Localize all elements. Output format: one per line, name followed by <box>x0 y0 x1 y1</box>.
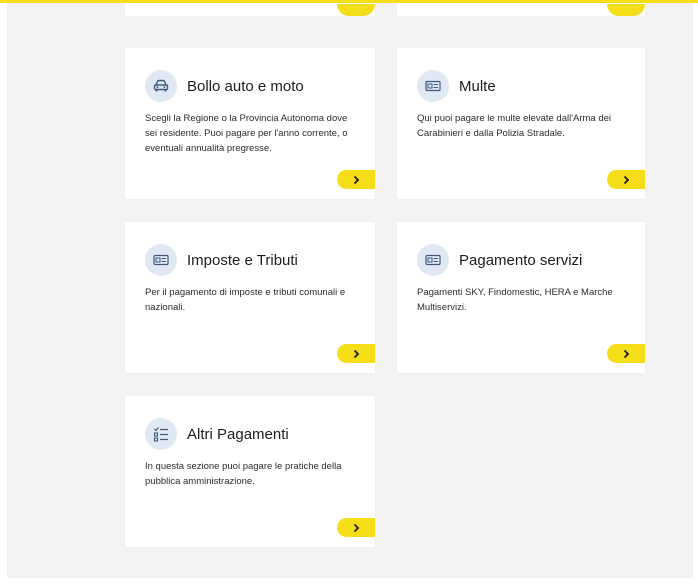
chevron-right-icon <box>623 349 629 358</box>
card-header: Altri Pagamenti <box>145 418 289 450</box>
card-imposte-tributi[interactable]: Imposte e Tributi Per il pagamento di im… <box>125 222 375 373</box>
card-description: In questa sezione puoi pagare le pratich… <box>145 461 342 487</box>
card-header: Imposte e Tributi <box>145 244 298 276</box>
card-go-button[interactable] <box>337 170 375 189</box>
id-card-icon <box>145 244 177 276</box>
card-pagamento-servizi[interactable]: Pagamento servizi Pagamenti SKY, Findome… <box>397 222 645 373</box>
page: Bollo auto e moto Scegli la Regione o la… <box>0 0 698 585</box>
card-go-button[interactable] <box>337 344 375 363</box>
card-description: Qui puoi pagare le multe elevate dall'Ar… <box>417 113 612 139</box>
card-title: Bollo auto e moto <box>187 77 304 95</box>
car-icon <box>145 70 177 102</box>
card-bollo-auto-moto[interactable]: Bollo auto e moto Scegli la Regione o la… <box>125 48 375 199</box>
card-multe[interactable]: Multe Qui puoi pagare le multe elevate d… <box>397 48 645 199</box>
previous-card-left-button[interactable] <box>337 4 375 16</box>
card-header: Bollo auto e moto <box>145 70 304 102</box>
payments-grid-area: Bollo auto e moto Scegli la Regione o la… <box>7 0 693 578</box>
card-title: Altri Pagamenti <box>187 425 289 443</box>
card-go-button[interactable] <box>607 170 645 189</box>
chevron-right-icon <box>623 175 629 184</box>
card-go-button[interactable] <box>337 518 375 537</box>
previous-card-right-button[interactable] <box>607 4 645 16</box>
card-go-button[interactable] <box>607 344 645 363</box>
card-description: Pagamenti SKY, Findomestic, HERA e March… <box>417 287 613 313</box>
chevron-right-icon <box>353 349 359 358</box>
card-description: Scegli la Regione o la Provincia Autonom… <box>145 113 348 154</box>
card-title: Pagamento servizi <box>459 251 583 269</box>
top-accent-line <box>0 0 698 3</box>
card-title: Multe <box>459 77 496 95</box>
card-title: Imposte e Tributi <box>187 251 298 269</box>
chevron-right-icon <box>353 175 359 184</box>
card-description: Per il pagamento di imposte e tributi co… <box>145 287 346 313</box>
card-header: Multe <box>417 70 496 102</box>
checklist-icon <box>145 418 177 450</box>
card-header: Pagamento servizi <box>417 244 582 276</box>
chevron-right-icon <box>353 523 359 532</box>
id-card-icon <box>417 70 449 102</box>
card-altri-pagamenti[interactable]: Altri Pagamenti In questa sezione puoi p… <box>125 396 375 547</box>
id-card-icon <box>417 244 449 276</box>
